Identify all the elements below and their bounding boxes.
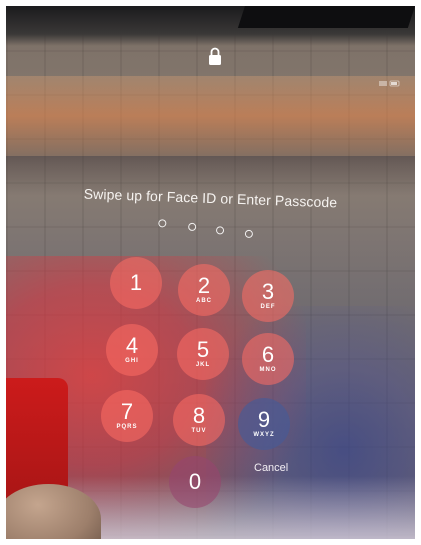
key-number: 7 — [120, 399, 134, 424]
passcode-dot — [187, 222, 197, 232]
passcode-dot — [215, 226, 225, 235]
key-0[interactable]: 0 — [169, 456, 221, 508]
key-1[interactable]: 1 — [110, 257, 162, 309]
key-3[interactable]: 3 DEF — [242, 270, 294, 322]
key-letters: JKL — [195, 362, 211, 368]
key-9[interactable]: 9 WXYZ — [238, 398, 290, 450]
key-7[interactable]: 7 PQRS — [101, 390, 153, 442]
battery-icon — [379, 80, 400, 87]
key-letters: TUV — [191, 428, 207, 434]
passcode-dot — [158, 219, 167, 228]
key-2[interactable]: 2 ABC — [178, 264, 230, 316]
key-letters: DEF — [260, 304, 276, 310]
key-letters: MNO — [259, 367, 277, 373]
cancel-button[interactable]: Cancel — [254, 462, 288, 474]
photo-background: Swipe up for Face ID or Enter Passcode 1… — [6, 6, 415, 539]
key-number: 2 — [197, 273, 211, 298]
key-number: 3 — [261, 279, 275, 304]
key-8[interactable]: 8 TUV — [173, 394, 225, 446]
key-letters: GHI — [125, 358, 139, 364]
key-number: 4 — [125, 333, 139, 358]
key-letters: ABC — [196, 298, 212, 304]
key-number: 0 — [188, 469, 202, 494]
key-6[interactable]: 6 MNO — [242, 333, 294, 385]
key-number: 1 — [129, 270, 143, 295]
key-number: 5 — [196, 337, 210, 362]
lock-icon — [209, 47, 221, 65]
key-number: 9 — [257, 407, 271, 432]
passcode-dot — [244, 229, 254, 239]
key-letters: WXYZ — [253, 432, 275, 438]
ceiling-glare — [6, 76, 415, 156]
device-bezel — [6, 6, 415, 46]
key-number: 6 — [261, 342, 275, 367]
key-letters: PQRS — [116, 424, 138, 430]
key-number: 8 — [192, 403, 206, 428]
key-5[interactable]: 5 JKL — [177, 328, 229, 380]
key-4[interactable]: 4 GHI — [106, 324, 158, 376]
